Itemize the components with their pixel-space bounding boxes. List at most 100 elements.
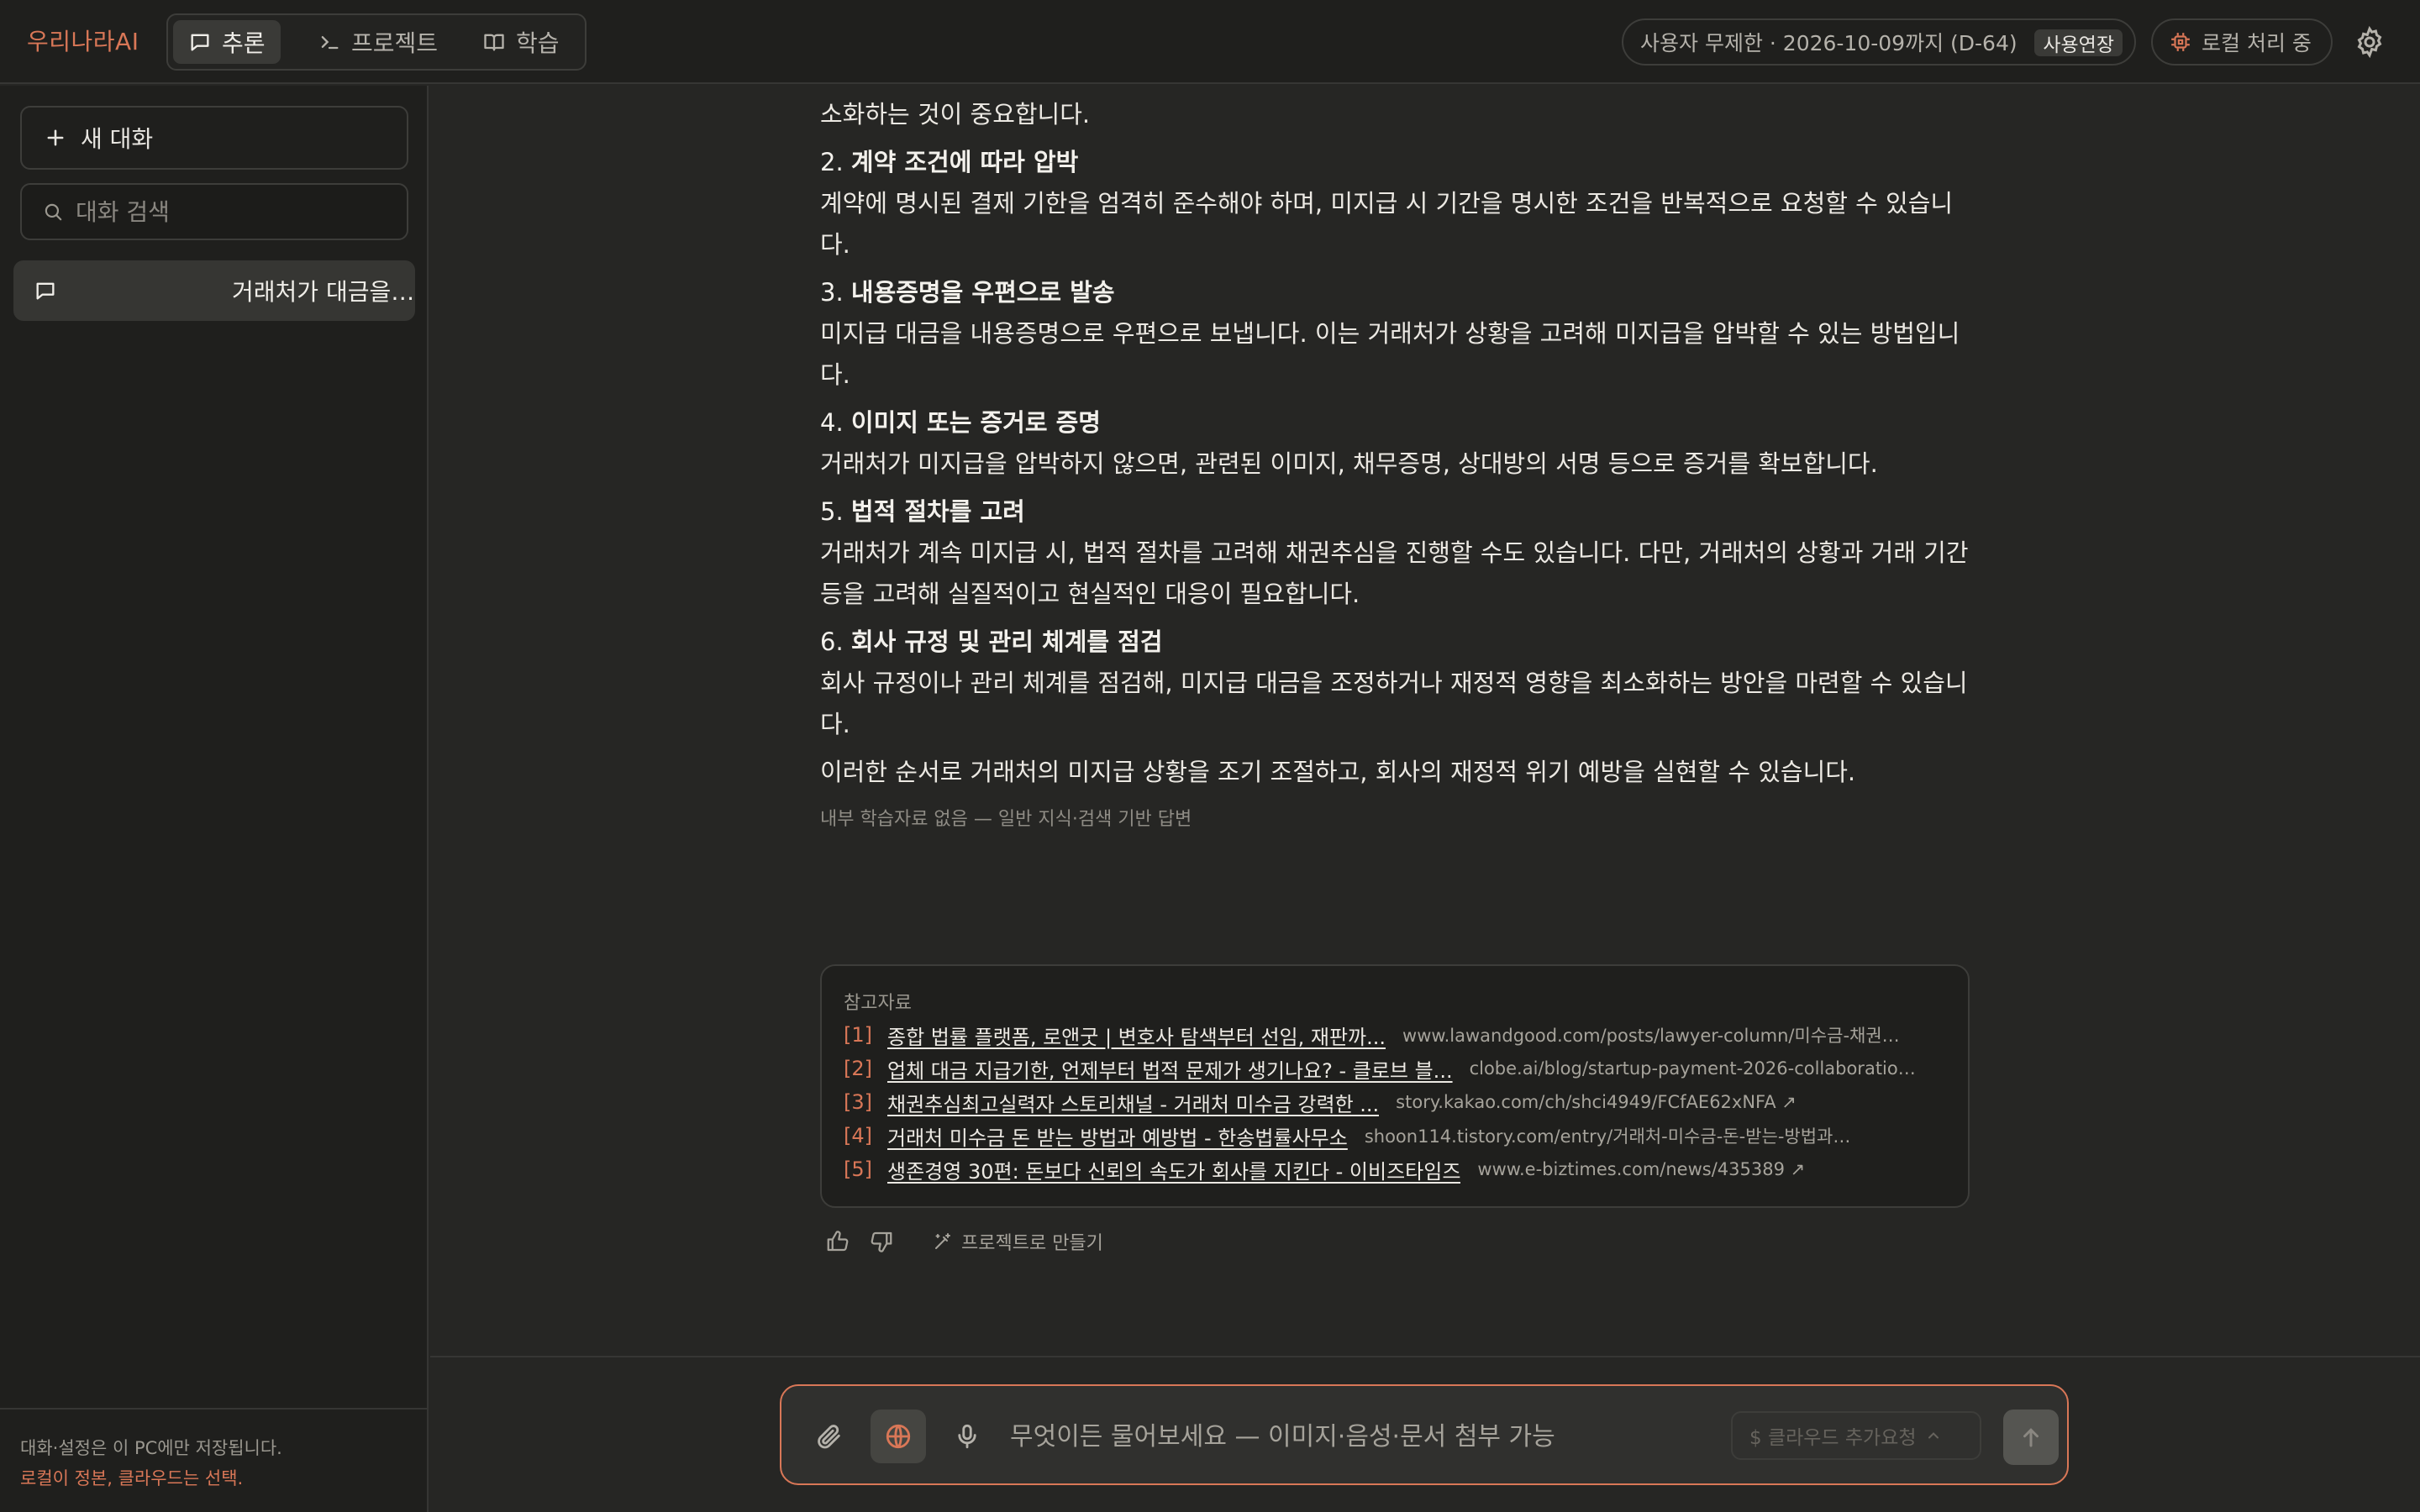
heading-number: 2. — [820, 148, 851, 176]
composer-area: $ 클라우드 추가요청 — [430, 1356, 2420, 1512]
chat-bubble-icon — [188, 30, 212, 54]
sidebar: 새 대화 거래처가 대금을 자꾸 늦게 ... 대화·설정은 이 PC에만 저장… — [0, 86, 429, 1512]
terminal-icon — [318, 30, 341, 54]
extend-license-button[interactable]: 사용연장 — [2034, 29, 2123, 56]
make-project-button[interactable]: 프로젝트로 만들기 — [933, 1228, 1103, 1255]
reference-title: 생존경영 30편: 돈보다 신뢰의 속도가 회사를 지킨다 - 이비즈타임즈 — [887, 1159, 1461, 1184]
make-project-label: 프로젝트로 만들기 — [961, 1233, 1103, 1254]
license-status: 사용자 무제한 · 2026-10-09까지 (D-64) 사용연장 — [1622, 18, 2136, 66]
answer-paragraph: 거래처가 미지급을 압박하지 않으면, 관련된 이미지, 채무증명, 상대방의 … — [820, 449, 1878, 478]
reference-number: [1] — [844, 1023, 872, 1047]
heading-number: 3. — [820, 278, 851, 307]
arrow-up-icon — [2018, 1425, 2044, 1450]
new-chat-label: 새 대화 — [81, 125, 154, 153]
answer-paragraph: 소화하는 것이 중요합니다. — [820, 100, 1091, 129]
reference-link[interactable]: [4] 거래처 미수금 돈 받는 방법과 예방법 - 한송법률사무소 shoon… — [844, 1119, 1852, 1152]
heading-number: 4. — [820, 408, 851, 437]
answer-heading: 5. 법적 절차를 고려 — [820, 491, 1980, 533]
answer-paragraph: 계약에 명시된 결제 기한을 엄격히 준수해야 하며, 미지급 시 기간을 명시… — [820, 189, 1954, 259]
heading-text: 내용증명을 우편으로 발송 — [850, 278, 1115, 307]
reference-link[interactable]: [1] 종합 법률 플랫폼, 로앤굿 | 변호사 탐색부터 선임, 재판까...… — [844, 1018, 1907, 1052]
cloud-request-button[interactable]: $ 클라우드 추가요청 — [1731, 1411, 1981, 1460]
microphone-icon — [953, 1422, 981, 1451]
references-panel: 참고자료 [1] 종합 법률 플랫폼, 로앤굿 | 변호사 탐색부터 선임, 재… — [820, 964, 1970, 1208]
reference-url: shoon114.tistory.com/entry/거래처-미수금-돈-받는-… — [1364, 1126, 1852, 1147]
heading-text: 이미지 또는 증거로 증명 — [850, 408, 1101, 437]
chevron-up-icon — [1925, 1427, 1942, 1444]
message-input[interactable] — [1010, 1416, 1699, 1457]
storage-note: 대화·설정은 이 PC에만 저장됩니다. — [20, 1438, 282, 1458]
message-actions: 프로젝트로 만들기 — [825, 1223, 1103, 1260]
reference-title: 거래처 미수금 돈 받는 방법과 예방법 - 한송법률사무소 — [887, 1126, 1348, 1150]
answer-paragraph: 회사 규정이나 관리 체계를 점검해, 미지급 대금을 조정하거나 재정적 영향… — [820, 669, 1968, 738]
heading-number: 6. — [820, 627, 851, 656]
heading-number: 5. — [820, 497, 851, 526]
local-processing-status[interactable]: 로컬 처리 중 — [2151, 18, 2333, 66]
tab-label: 추론 — [222, 29, 266, 57]
reference-title: 종합 법률 플랫폼, 로앤굿 | 변호사 탐색부터 선임, 재판까... — [887, 1025, 1386, 1049]
plus-icon — [44, 126, 67, 150]
paperclip-icon — [815, 1422, 844, 1451]
reference-number: [2] — [844, 1057, 872, 1080]
top-bar: 우리나라AI 추론 프로젝트 학습 사용자 무제한 · 2026-10-09까지… — [0, 0, 2420, 84]
magic-wand-icon — [933, 1231, 953, 1252]
reference-link[interactable]: [3] 채권추심최고실력자 스토리채널 - 거래처 미수금 강력한 ... st… — [844, 1085, 1797, 1119]
app-brand[interactable]: 우리나라AI — [27, 24, 139, 57]
answer-source-note: 내부 학습자료 없음 — 일반 지식·검색 기반 답변 — [820, 809, 1192, 830]
tab-reasoning[interactable]: 추론 — [173, 20, 281, 64]
reference-number: [3] — [844, 1090, 872, 1114]
answer-heading: 6. 회사 규정 및 관리 체계를 점검 — [820, 622, 1980, 663]
attach-button[interactable] — [802, 1410, 857, 1463]
reference-link[interactable]: [2] 업체 대금 지급기한, 언제부터 법적 문제가 생기나요? - 클로브 … — [844, 1052, 1923, 1085]
globe-icon — [884, 1422, 913, 1451]
reference-url: story.kakao.com/ch/shci4949/FCfAE62xNFA … — [1396, 1092, 1797, 1112]
reference-title: 업체 대금 지급기한, 언제부터 법적 문제가 생기나요? - 클로브 블... — [887, 1058, 1453, 1083]
conversation-item[interactable]: 거래처가 대금을 자꾸 늦게 ... — [13, 260, 415, 321]
reference-url: clobe.ai/blog/startup-payment-2026-colla… — [1469, 1058, 1923, 1079]
reference-title: 채권추심최고실력자 스토리채널 - 거래처 미수금 강력한 ... — [887, 1092, 1380, 1116]
search-icon — [42, 201, 64, 223]
answer-paragraph: 미지급 대금을 내용증명으로 우편으로 보냅니다. 이는 거래처가 상황을 고려… — [820, 319, 1960, 389]
reference-url: www.lawandgood.com/posts/lawyer-column/미… — [1402, 1026, 1907, 1046]
web-search-toggle[interactable] — [871, 1410, 926, 1463]
voice-input-button[interactable] — [939, 1410, 995, 1463]
sidebar-footer: 대화·설정은 이 PC에만 저장됩니다. 로컬이 정본, 클라우드는 선택. — [0, 1408, 427, 1512]
book-icon — [482, 30, 506, 54]
tab-label: 학습 — [516, 29, 560, 57]
gear-icon — [2353, 25, 2386, 59]
tab-label: 프로젝트 — [351, 29, 439, 57]
reference-url: www.e-biztimes.com/news/435389 ↗ — [1477, 1159, 1806, 1179]
reference-link[interactable]: [5] 생존경영 30편: 돈보다 신뢰의 속도가 회사를 지킨다 - 이비즈타… — [844, 1152, 1805, 1186]
answer-heading: 4. 이미지 또는 증거로 증명 — [820, 402, 1980, 444]
local-first-note: 로컬이 정본, 클라우드는 선택. — [20, 1468, 244, 1488]
assistant-message: 소화하는 것이 중요합니다. 2. 계약 조건에 따라 압박 계약에 명시된 결… — [820, 86, 1980, 835]
new-chat-button[interactable]: 새 대화 — [20, 106, 408, 170]
cloud-request-label: $ 클라우드 추가요청 — [1749, 1427, 1917, 1449]
thumbs-down-icon[interactable] — [869, 1229, 894, 1254]
conversation-search — [20, 183, 408, 240]
chat-main: 소화하는 것이 중요합니다. 2. 계약 조건에 따라 압박 계약에 명시된 결… — [430, 86, 2420, 1356]
reference-number: [5] — [844, 1158, 872, 1181]
thumbs-up-icon[interactable] — [825, 1229, 850, 1254]
answer-heading: 2. 계약 조건에 따라 압박 — [820, 142, 1980, 183]
cpu-icon — [2170, 31, 2191, 53]
heading-text: 계약 조건에 따라 압박 — [850, 148, 1079, 176]
local-status-label: 로컬 처리 중 — [2202, 31, 2312, 55]
answer-paragraph: 거래처가 계속 미지급 시, 법적 절차를 고려해 채권추심을 진행할 수도 있… — [820, 538, 1969, 608]
answer-heading: 3. 내용증명을 우편으로 발송 — [820, 272, 1980, 313]
reference-number: [4] — [844, 1124, 872, 1147]
tab-project[interactable]: 프로젝트 — [302, 20, 453, 64]
answer-conclusion: 이러한 순서로 거래처의 미지급 상황을 조기 조절하고, 회사의 재정적 위기… — [820, 758, 1856, 786]
heading-text: 법적 절차를 고려 — [850, 497, 1025, 526]
conversation-title: 거래처가 대금을 자꾸 늦게 ... — [232, 278, 415, 306]
mode-tabs: 추론 프로젝트 학습 — [166, 13, 587, 71]
search-input[interactable] — [76, 197, 395, 226]
message-composer: $ 클라우드 추가요청 — [780, 1384, 2069, 1485]
heading-text: 회사 규정 및 관리 체계를 점검 — [850, 627, 1163, 656]
tab-learning[interactable]: 학습 — [467, 20, 575, 64]
references-title: 참고자료 — [844, 993, 912, 1014]
settings-button[interactable] — [2353, 25, 2386, 59]
license-text: 사용자 무제한 · 2026-10-09까지 (D-64) — [1640, 31, 2018, 55]
send-button[interactable] — [2003, 1410, 2059, 1465]
chat-bubble-icon — [34, 279, 217, 302]
